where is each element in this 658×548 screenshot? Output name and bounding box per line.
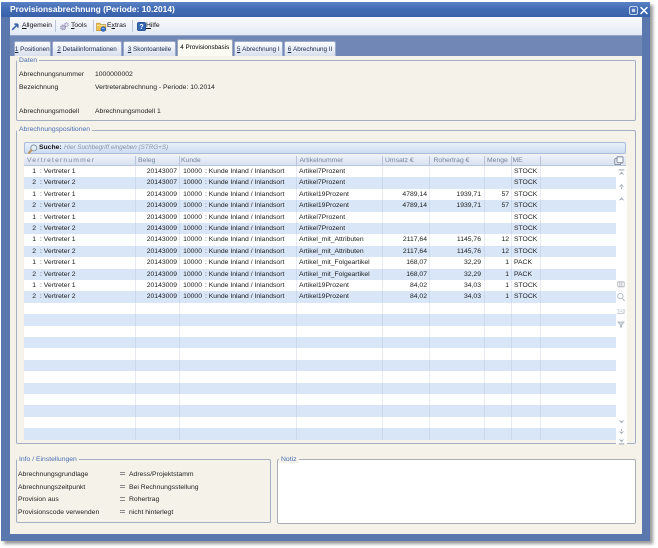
svg-text:?: ?	[139, 22, 143, 31]
svg-text:TAB: TAB	[617, 309, 626, 314]
